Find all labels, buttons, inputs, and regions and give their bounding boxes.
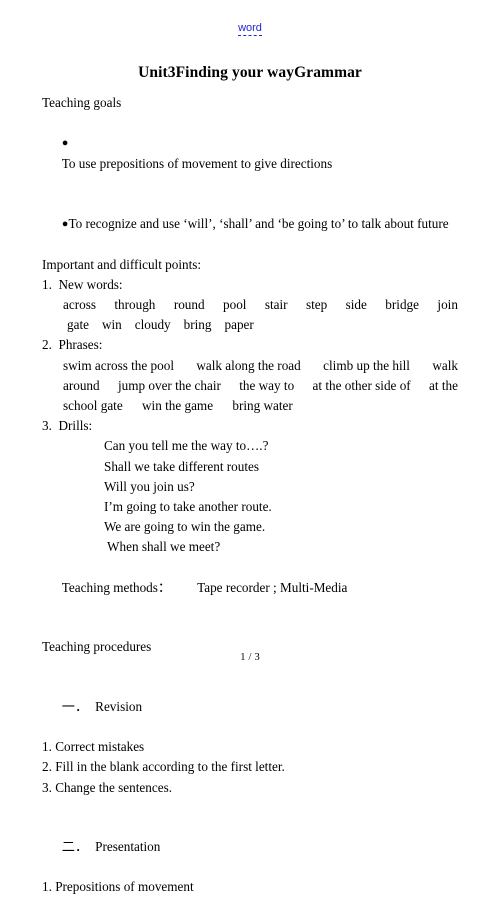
- document-body: Teaching goals ● To use prepositions of …: [42, 93, 458, 898]
- word: cloudy: [134, 317, 171, 333]
- phrase: bring water: [232, 398, 293, 414]
- revision-item: 1. Correct mistakes: [42, 739, 145, 755]
- phrases-row-3: school gate win the game bring water: [63, 396, 458, 416]
- drills-group: Can you tell me the way to….? Shall we t…: [104, 436, 458, 557]
- phrase: the way to: [239, 377, 295, 393]
- teaching-goal-1: ● To use prepositions of movement to giv…: [42, 113, 458, 194]
- watermark-row: word: [0, 18, 500, 36]
- teaching-methods-line: Teaching methods： Tape recorder ; Multi-M…: [42, 558, 458, 619]
- teaching-goal-1-text: To use prepositions of movement to give …: [61, 155, 333, 171]
- word: across: [63, 297, 96, 313]
- total-page-count: 3: [254, 652, 260, 663]
- drill-sentence: Can you tell me the way to….?: [104, 438, 269, 454]
- section-title: Revision: [95, 698, 143, 714]
- phrase: climb up the hill: [323, 357, 410, 373]
- new-words-row-2: gate win cloudy bring paper: [67, 315, 462, 335]
- word: join: [437, 297, 458, 313]
- phrase: school gate: [63, 398, 123, 414]
- phrases-group: swim across the pool walk along the road…: [63, 356, 458, 417]
- section-number: 一．: [61, 698, 89, 714]
- phrase: at the: [429, 377, 458, 393]
- word-watermark-link[interactable]: word: [238, 22, 262, 36]
- word: gate: [67, 317, 89, 333]
- phrase: around: [63, 377, 100, 393]
- word: round: [173, 297, 205, 313]
- word: through: [114, 297, 156, 313]
- word: pool: [223, 297, 247, 313]
- teaching-goal-2-text: To recognize and use ‘will’, ‘shall’ and…: [68, 216, 449, 232]
- phrase: walk: [432, 357, 458, 373]
- word: win: [101, 317, 122, 333]
- drill-sentence: I’m going to take another route.: [104, 499, 272, 515]
- section-number: 二．: [61, 838, 89, 854]
- presentation-item: 1. Prepositions of movement: [42, 879, 194, 895]
- word: paper: [224, 317, 254, 333]
- phrase: win the game: [142, 398, 214, 414]
- phrase: walk along the road: [196, 357, 301, 373]
- word: side: [345, 297, 367, 313]
- teaching-methods-label: Teaching methods：: [61, 579, 172, 595]
- section-title: Presentation: [95, 838, 161, 854]
- drill-sentence: Will you join us?: [104, 478, 195, 494]
- document-page: word Unit3Finding your wayGrammar Teachi…: [0, 0, 500, 894]
- revision-item: 2. Fill in the blank according to the fi…: [42, 759, 285, 775]
- new-words-group: across through round pool stair step sid…: [63, 295, 458, 335]
- new-words-row-1: across through round pool stair step sid…: [63, 295, 458, 315]
- phrases-row-1: swim across the pool walk along the road…: [63, 356, 458, 376]
- word: stair: [264, 297, 288, 313]
- revision-item: 3. Change the sentences.: [42, 779, 173, 795]
- phrase: swim across the pool: [63, 357, 174, 373]
- document-title: Unit3Finding your wayGrammar: [138, 64, 362, 81]
- important-points-heading: Important and difficult points:: [42, 256, 202, 272]
- phrases-row-2: around jump over the chair the way to at…: [63, 376, 458, 396]
- word: bridge: [385, 297, 419, 313]
- list-item-phrases: 2. Phrases:: [42, 337, 103, 353]
- word: bring: [183, 317, 212, 333]
- teaching-goal-2: ●To recognize and use ‘will’, ‘shall’ an…: [42, 194, 458, 255]
- bullet-icon: ●: [61, 137, 69, 150]
- drill-sentence: We are going to win the game.: [104, 519, 266, 535]
- section-heading-revision: 一． Revision: [42, 676, 458, 737]
- teaching-goals-heading: Teaching goals: [42, 95, 122, 110]
- phrase: jump over the chair: [117, 377, 221, 393]
- phrase: at the other side of: [312, 377, 411, 393]
- page-footer: 1/3: [0, 652, 500, 663]
- list-item-drills: 3. Drills:: [42, 418, 93, 434]
- teaching-methods-value: Tape recorder ; Multi-Media: [197, 579, 348, 595]
- list-item-new-words: 1. New words:: [42, 276, 123, 292]
- word: step: [305, 297, 328, 313]
- section-heading-presentation: 二． Presentation: [42, 817, 458, 878]
- drill-sentence: When shall we meet?: [104, 539, 221, 555]
- drill-sentence: Shall we take different routes: [104, 458, 260, 474]
